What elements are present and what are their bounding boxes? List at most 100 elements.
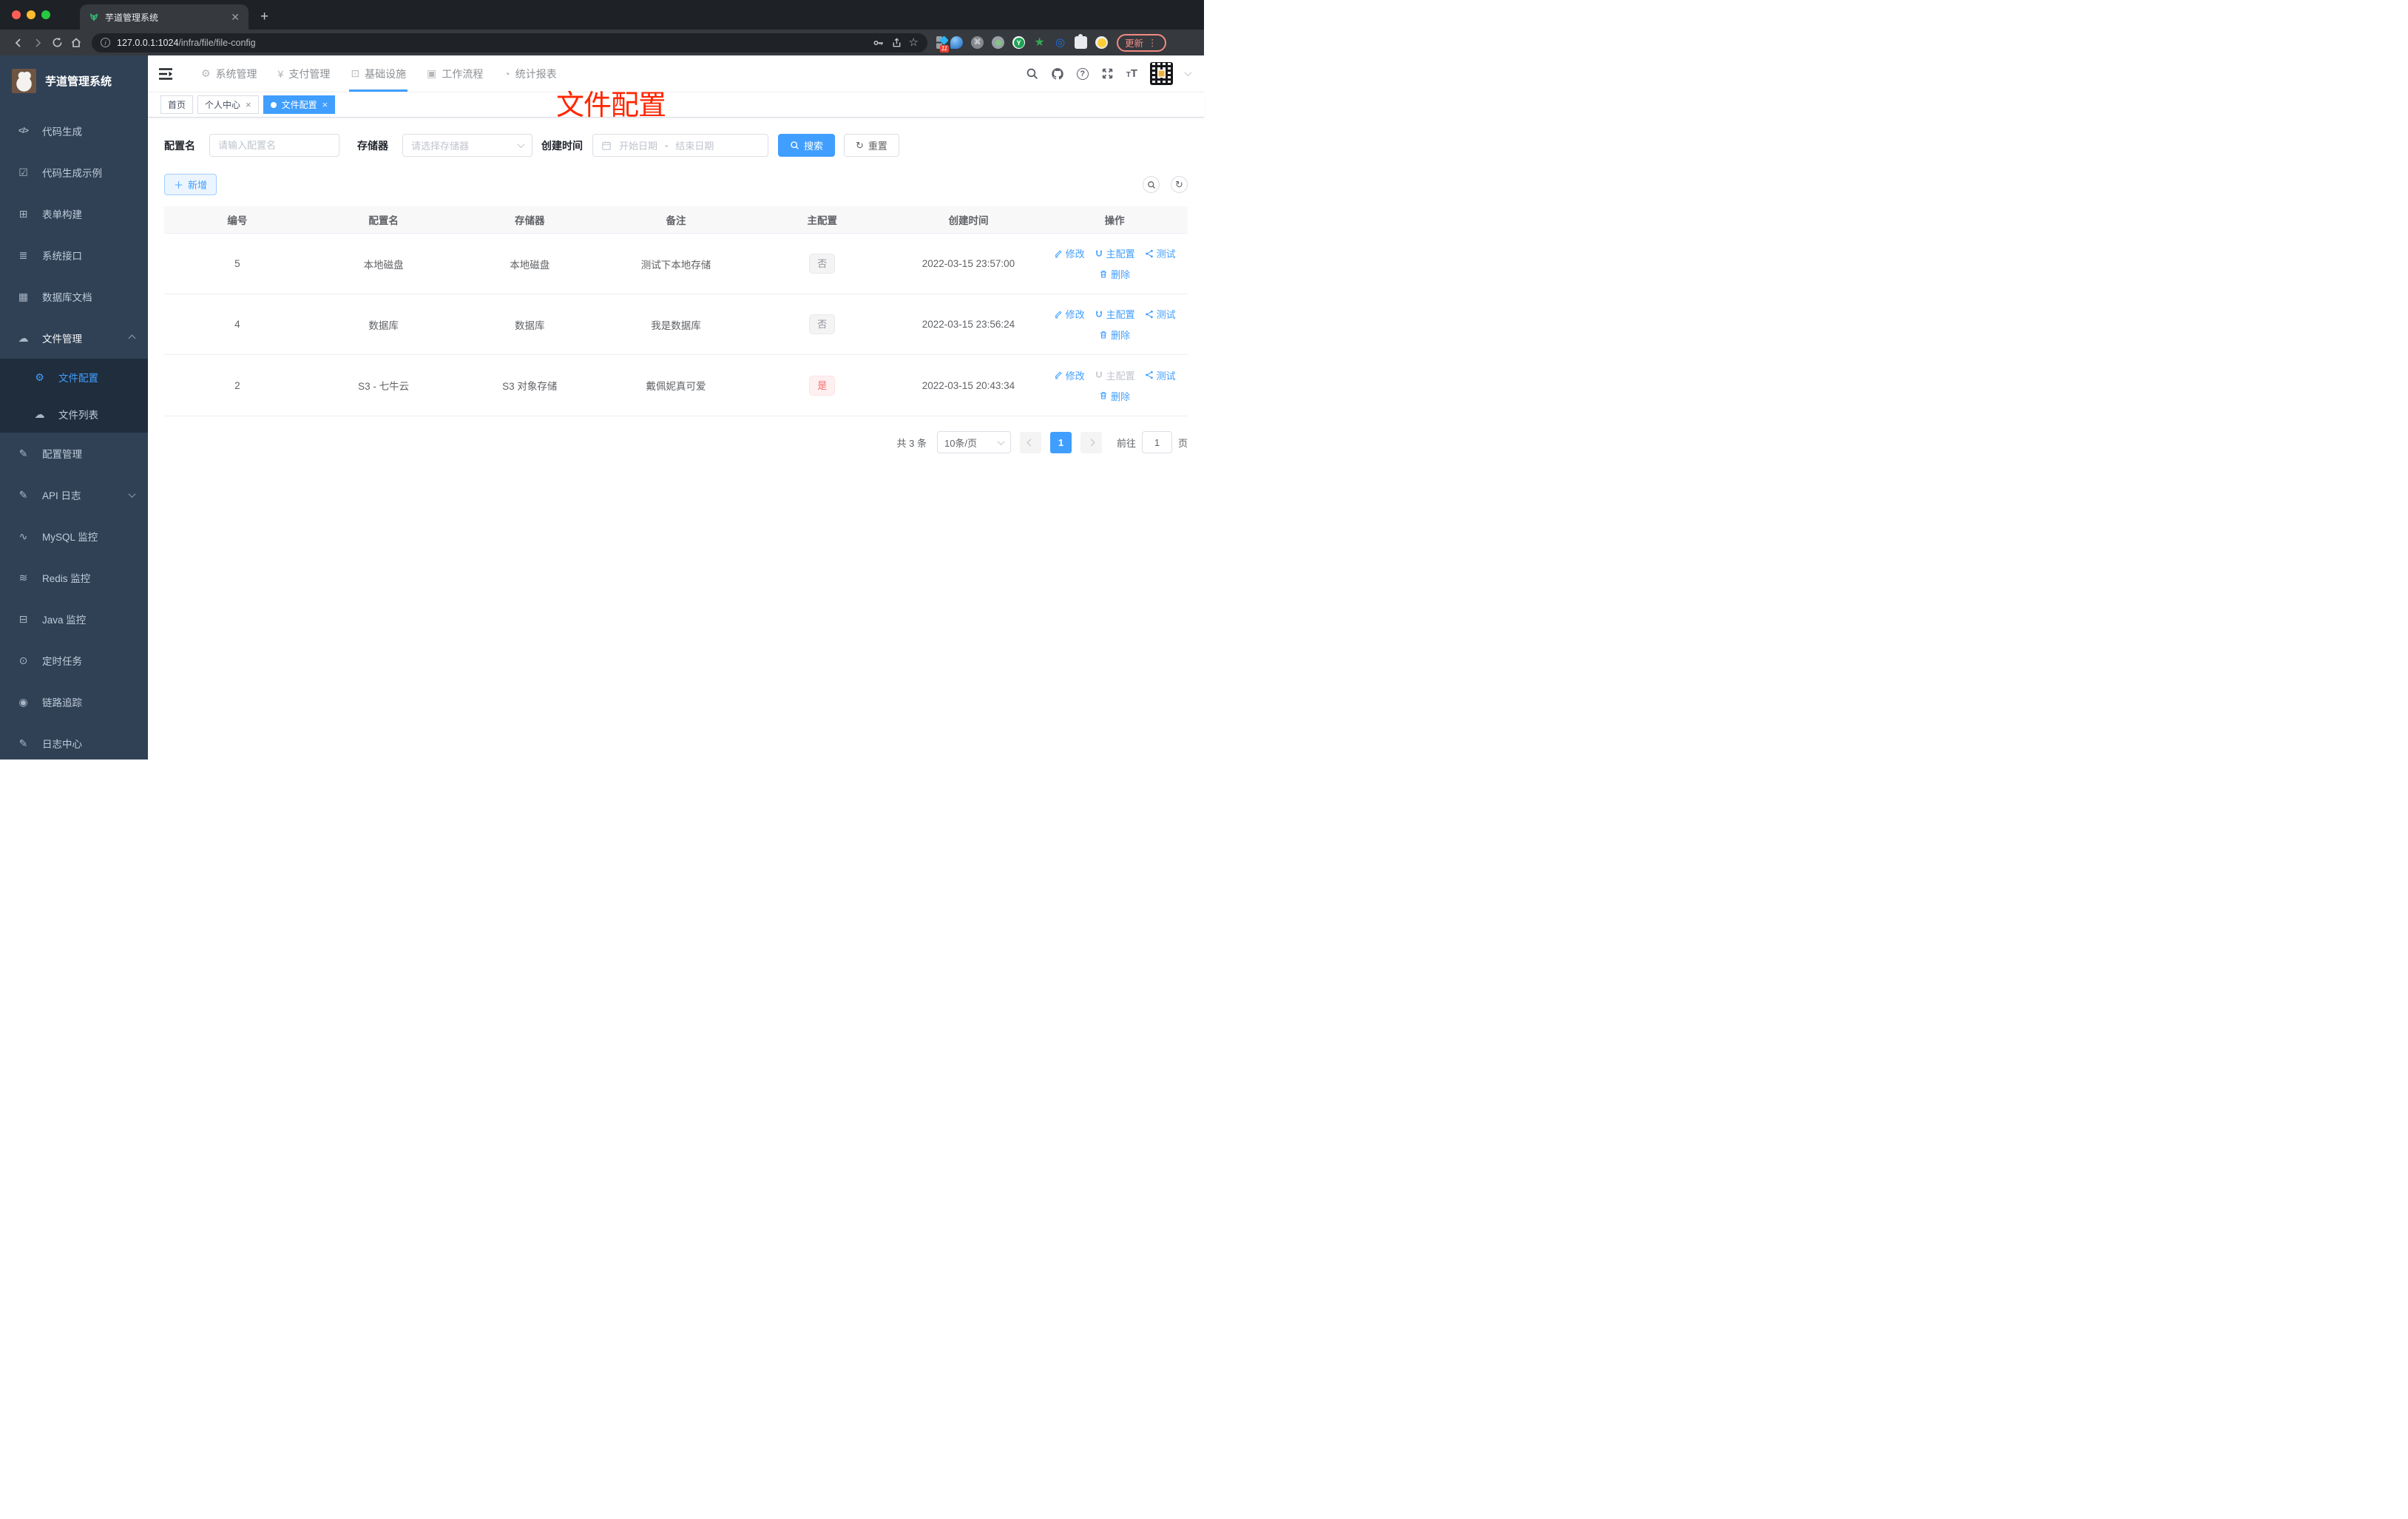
master-config-link[interactable]: 主配置: [1095, 307, 1135, 321]
top-menu-system[interactable]: ⚙ 系统管理: [191, 55, 268, 92]
browser-update-button[interactable]: 更新 ⋮: [1117, 33, 1166, 52]
add-button[interactable]: ＋ 新增: [164, 174, 217, 195]
magnet-icon: [1095, 371, 1102, 378]
sidebar-logo[interactable]: 芋道管理系统: [0, 55, 148, 97]
edit-link[interactable]: 修改: [1054, 368, 1085, 382]
sidebar-item-log-center[interactable]: ✎ 日志中心: [0, 723, 148, 760]
page-number-button[interactable]: 1: [1049, 431, 1072, 453]
share-nodes-icon: [1145, 371, 1153, 379]
tag-file-config[interactable]: 文件配置 ×: [263, 95, 336, 114]
header-config-name: 配置名: [368, 215, 399, 226]
top-menu-workflow[interactable]: ▣ 工作流程: [416, 55, 493, 92]
close-icon[interactable]: ×: [246, 100, 251, 109]
master-tag: 否: [809, 314, 836, 334]
top-menu-infrastructure[interactable]: ⊡ 基础设施: [340, 55, 416, 92]
tag-profile[interactable]: 个人中心 ×: [197, 95, 259, 114]
avatar[interactable]: [1150, 62, 1173, 85]
sidebar-item-redis-monitor[interactable]: ≋ Redis 监控: [0, 557, 148, 598]
bookmark-star-icon[interactable]: ☆: [909, 37, 919, 48]
sidebar-item-code-generation[interactable]: </> 代码生成: [0, 110, 148, 152]
delete-link[interactable]: 删除: [1099, 389, 1130, 403]
logo-rabbit-avatar: [12, 68, 36, 93]
top-menu-payment[interactable]: ¥ 支付管理: [268, 55, 341, 92]
sidebar-item-file-config[interactable]: ⚙ 文件配置: [0, 359, 148, 396]
pencil-icon: [1055, 311, 1062, 318]
github-icon[interactable]: [1051, 67, 1064, 81]
ext-grid-diamond-icon[interactable]: 11: [936, 35, 949, 53]
ext-puzzle-icon[interactable]: [1075, 34, 1087, 49]
sidebar-item-mysql-monitor[interactable]: ∿ MySQL 监控: [0, 515, 148, 557]
gear-icon: ⚙: [201, 67, 211, 79]
close-icon[interactable]: ×: [322, 100, 328, 109]
extensions-bar: 11 ⌘ Y ★ ◎: [936, 34, 1108, 53]
next-page-button[interactable]: [1080, 431, 1102, 453]
font-size-icon[interactable]: TT: [1126, 67, 1137, 80]
sidebar-item-form-builder[interactable]: ⊞ 表单构建: [0, 193, 148, 234]
sidebar-item-file-management[interactable]: ☁ 文件管理: [0, 317, 148, 359]
sidebar-item-code-demo[interactable]: ☑ 代码生成示例: [0, 152, 148, 193]
delete-link[interactable]: 删除: [1099, 328, 1130, 342]
table-row: 2 S3 - 七牛云 S3 对象存储 戴佩妮真可爱 是 2022-03-15 2…: [164, 355, 1188, 416]
back-icon[interactable]: [9, 37, 28, 49]
help-icon[interactable]: ?: [1076, 67, 1089, 80]
ext-green-star-icon[interactable]: ★: [1033, 36, 1046, 49]
master-config-link[interactable]: 主配置: [1095, 246, 1135, 260]
edit-link[interactable]: 修改: [1054, 307, 1085, 321]
new-tab-button[interactable]: +: [260, 10, 268, 24]
browser-chrome: 芋道管理系统 ✕ + i 127.0.0.1:1024/infra/file/f…: [0, 0, 1204, 55]
browser-menu-dots-icon[interactable]: ⋮: [1148, 37, 1158, 48]
sidebar-item-config-management[interactable]: ✎ 配置管理: [0, 433, 148, 474]
search-button[interactable]: 搜索: [778, 134, 836, 157]
fullscreen-icon[interactable]: [1101, 67, 1114, 80]
config-name-input[interactable]: [209, 134, 339, 157]
reload-icon[interactable]: [47, 37, 67, 48]
site-info-icon[interactable]: i: [101, 38, 110, 47]
sidebar-item-java-monitor[interactable]: ⊟ Java 监控: [0, 598, 148, 640]
sidebar-item-file-list[interactable]: ☁ 文件列表: [0, 396, 148, 433]
search-icon[interactable]: [1026, 67, 1038, 80]
password-key-icon[interactable]: [873, 37, 885, 49]
home-icon[interactable]: [67, 37, 86, 49]
collapse-sidebar-icon[interactable]: [158, 67, 175, 81]
goto-page-input[interactable]: [1141, 431, 1172, 453]
delete-link[interactable]: 删除: [1099, 267, 1130, 281]
browser-tab[interactable]: 芋道管理系统 ✕: [80, 4, 248, 30]
edit-link[interactable]: 修改: [1054, 246, 1085, 260]
show-search-toggle-button[interactable]: [1143, 176, 1160, 193]
ext-y-circle-icon[interactable]: Y: [1012, 36, 1025, 49]
close-window-button[interactable]: [12, 10, 21, 19]
chevron-down-icon: [997, 437, 1005, 445]
cell-create-time: 2022-03-15 23:56:24: [921, 319, 1015, 330]
prev-page-button[interactable]: [1019, 431, 1041, 453]
sidebar-item-api-log[interactable]: ✎ API 日志: [0, 474, 148, 515]
top-menu-reports[interactable]: ◔ 统计报表: [493, 55, 567, 92]
page-size-select[interactable]: 10条/页: [936, 431, 1011, 453]
test-link[interactable]: 测试: [1145, 307, 1176, 321]
ext-command-icon[interactable]: ⌘: [971, 36, 984, 49]
forward-icon[interactable]: [28, 37, 47, 49]
header-create-time: 创建时间: [948, 215, 989, 226]
share-icon[interactable]: [891, 37, 902, 48]
maximize-window-button[interactable]: [41, 10, 50, 19]
sidebar-item-scheduled-tasks[interactable]: ⊙ 定时任务: [0, 640, 148, 681]
ext-blue-eye-icon[interactable]: ◎: [1054, 36, 1066, 49]
chevron-right-icon: [1087, 439, 1095, 446]
tab-close-icon[interactable]: ✕: [231, 12, 240, 22]
ext-balloon-icon[interactable]: [950, 36, 963, 49]
test-link[interactable]: 测试: [1145, 368, 1176, 382]
ext-emoji-icon[interactable]: [1095, 36, 1108, 49]
sidebar-item-db-doc[interactable]: ▦ 数据库文档: [0, 276, 148, 317]
avatar-caret-icon[interactable]: [1184, 69, 1192, 77]
ext-green-dot-icon[interactable]: [992, 36, 1004, 49]
sidebar-item-system-api[interactable]: ≣ 系统接口: [0, 234, 148, 276]
create-time-range-picker[interactable]: 开始日期 - 结束日期: [592, 134, 768, 157]
storage-select[interactable]: 请选择存储器: [402, 134, 532, 157]
sidebar-item-tracing[interactable]: ◉ 链路追踪: [0, 681, 148, 723]
test-link[interactable]: 测试: [1145, 246, 1176, 260]
reset-button[interactable]: ↻ 重置: [844, 134, 899, 157]
refresh-table-button[interactable]: ↻: [1171, 176, 1188, 193]
minimize-window-button[interactable]: [27, 10, 35, 19]
tag-home[interactable]: 首页: [160, 95, 194, 114]
address-bar[interactable]: i 127.0.0.1:1024/infra/file/file-config …: [92, 33, 927, 53]
extension-badge: 11: [939, 45, 949, 53]
